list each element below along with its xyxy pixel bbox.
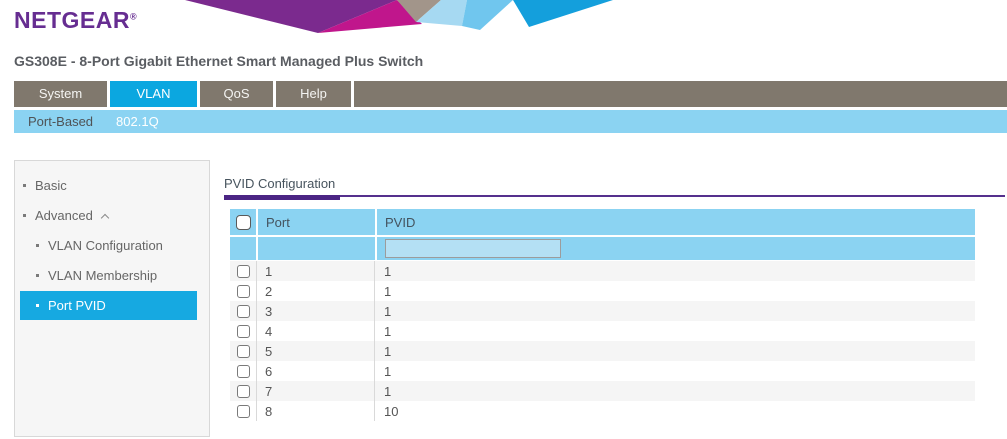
row-checkbox[interactable] (237, 365, 250, 378)
netgear-logo: NETGEAR® (14, 7, 137, 34)
select-all-checkbox[interactable] (236, 215, 251, 230)
heading-rule-line (224, 195, 1005, 197)
table-header-row: Port PVID (230, 209, 975, 235)
table-row: 5 1 (230, 341, 975, 361)
table-body: 1 1 2 1 3 1 4 1 5 1 (230, 261, 975, 421)
table-input-row (230, 237, 975, 260)
sidebar-item-label: Port PVID (48, 298, 106, 313)
checkbox-cell (230, 341, 257, 361)
port-cell: 3 (257, 301, 375, 321)
pvid-cell: 1 (375, 261, 975, 281)
netgear-logo-text: NETGEAR (14, 7, 130, 33)
chevron-up-icon (101, 213, 109, 221)
page-title: GS308E - 8-Port Gigabit Ethernet Smart M… (14, 53, 423, 69)
row-checkbox[interactable] (237, 405, 250, 418)
nav-filler (354, 81, 1007, 107)
sidebar-item-advanced[interactable]: Advanced (15, 201, 209, 230)
pvid-cell: 1 (375, 361, 975, 381)
heading-rule-accent (224, 195, 340, 200)
port-cell: 5 (257, 341, 375, 361)
row-checkbox[interactable] (237, 345, 250, 358)
checkbox-cell (230, 281, 257, 301)
bullet-icon (36, 304, 39, 307)
pvid-cell: 1 (375, 381, 975, 401)
sidebar-item-label: VLAN Configuration (48, 238, 163, 253)
tab-vlan[interactable]: VLAN (110, 81, 197, 107)
pvid-cell: 1 (375, 281, 975, 301)
input-row-port-cell (258, 237, 375, 260)
sidebar-item-label: Advanced (35, 208, 93, 223)
table-row: 7 1 (230, 381, 975, 401)
pvid-cell: 1 (375, 341, 975, 361)
sidebar-item-basic[interactable]: Basic (15, 171, 209, 200)
input-row-pvid-cell (377, 237, 975, 260)
table-row: 3 1 (230, 301, 975, 321)
select-all-cell (230, 209, 256, 235)
port-cell: 6 (257, 361, 375, 381)
table-row: 6 1 (230, 361, 975, 381)
section-heading: PVID Configuration (224, 176, 1007, 191)
checkbox-cell (230, 301, 257, 321)
table-row: 4 1 (230, 321, 975, 341)
tab-qos[interactable]: QoS (200, 81, 273, 107)
sidebar-item-label: VLAN Membership (48, 268, 157, 283)
banner-graphic (185, 0, 625, 33)
checkbox-cell (230, 381, 257, 401)
pvid-cell: 1 (375, 301, 975, 321)
main-content: PVID Configuration Port PVID 1 1 (224, 170, 1007, 421)
sub-nav: Port-Based 802.1Q (14, 110, 1007, 133)
sidebar-item-vlan-membership[interactable]: VLAN Membership (15, 261, 209, 290)
checkbox-cell (230, 261, 257, 281)
row-checkbox[interactable] (237, 305, 250, 318)
sidebar-item-port-pvid[interactable]: Port PVID (20, 291, 197, 320)
port-column-header: Port (258, 209, 375, 235)
row-checkbox[interactable] (237, 385, 250, 398)
bullet-icon (36, 244, 39, 247)
port-cell: 2 (257, 281, 375, 301)
tab-system[interactable]: System (14, 81, 107, 107)
bullet-icon (36, 274, 39, 277)
sidebar: Basic Advanced VLAN Configuration VLAN M… (14, 160, 210, 437)
checkbox-cell (230, 321, 257, 341)
heading-rule (224, 195, 1005, 201)
input-row-spacer (230, 237, 256, 260)
row-checkbox[interactable] (237, 265, 250, 278)
bullet-icon (23, 184, 26, 187)
subnav-item-8021q[interactable]: 802.1Q (116, 110, 159, 133)
checkbox-cell (230, 401, 257, 421)
port-cell: 4 (257, 321, 375, 341)
sidebar-item-label: Basic (35, 178, 67, 193)
table-row: 1 1 (230, 261, 975, 281)
table-row: 8 10 (230, 401, 975, 421)
row-checkbox[interactable] (237, 285, 250, 298)
main-nav: System VLAN QoS Help (14, 81, 1007, 107)
row-checkbox[interactable] (237, 325, 250, 338)
table-row: 2 1 (230, 281, 975, 301)
tab-help[interactable]: Help (276, 81, 351, 107)
sidebar-item-vlan-configuration[interactable]: VLAN Configuration (15, 231, 209, 260)
registered-trademark: ® (130, 11, 137, 21)
pvid-cell: 1 (375, 321, 975, 341)
port-cell: 1 (257, 261, 375, 281)
port-cell: 7 (257, 381, 375, 401)
pvid-column-header: PVID (377, 209, 975, 235)
pvid-input[interactable] (385, 239, 561, 258)
port-cell: 8 (257, 401, 375, 421)
bullet-icon (23, 214, 26, 217)
pvid-table: Port PVID 1 1 2 1 3 (230, 209, 975, 421)
checkbox-cell (230, 361, 257, 381)
subnav-item-port-based[interactable]: Port-Based (28, 110, 93, 133)
pvid-cell: 10 (375, 401, 975, 421)
